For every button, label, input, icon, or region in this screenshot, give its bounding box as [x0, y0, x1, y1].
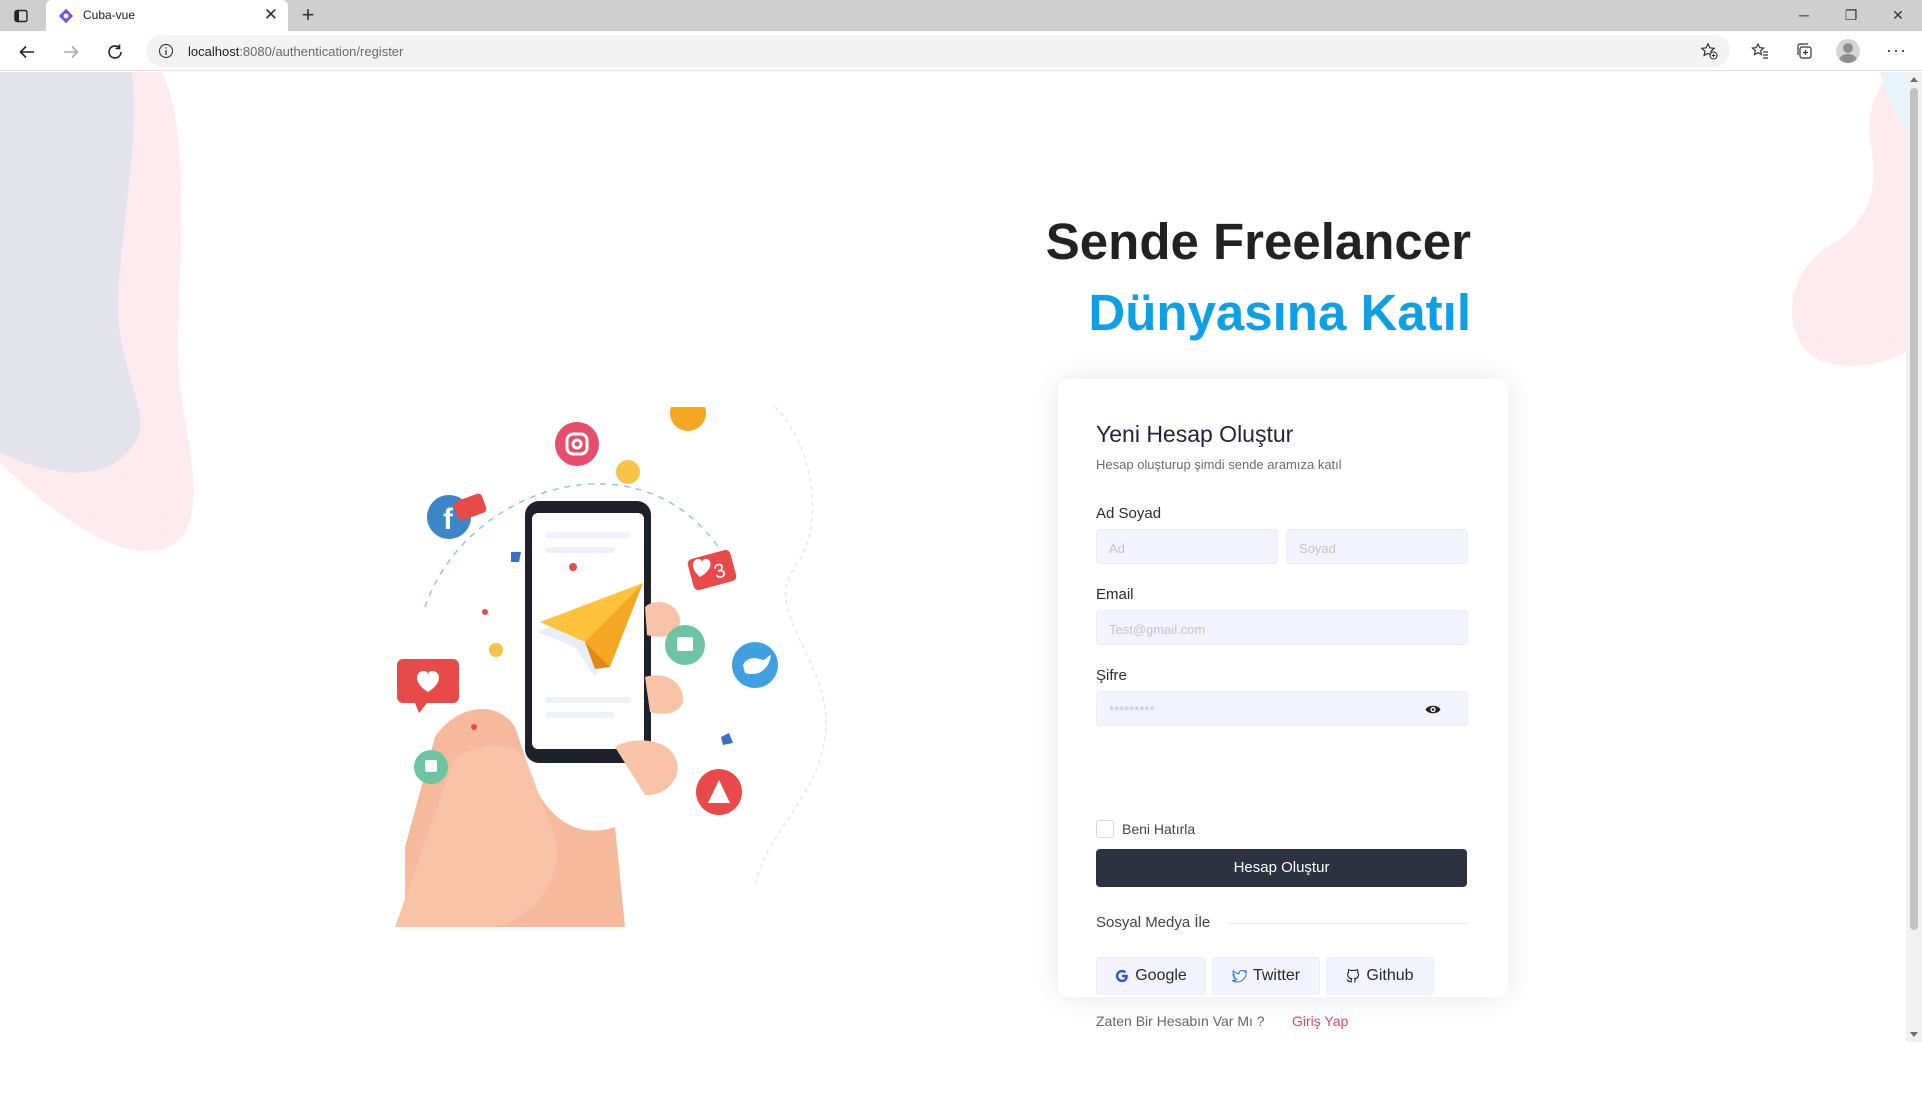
url-text[interactable]: localhost:8080/authentication/register [188, 44, 403, 59]
password-label: Şifre [1096, 667, 1127, 684]
github-icon [1346, 969, 1360, 983]
back-icon[interactable] [14, 39, 40, 65]
collections-icon[interactable] [1793, 40, 1815, 62]
hero-line-2: Dünyasına Katıl [1088, 284, 1471, 341]
hero-heading: Sende Freelancer Dünyasına Katıl [1046, 207, 1471, 349]
reload-icon[interactable] [102, 39, 128, 65]
tab-actions-icon[interactable] [12, 7, 30, 25]
social-divider [1228, 923, 1468, 924]
background-blob-decoration [0, 72, 1906, 552]
profile-icon[interactable] [1836, 39, 1860, 63]
password-input[interactable]: ********* [1096, 691, 1468, 726]
email-label: Email [1096, 586, 1134, 603]
google-button[interactable]: Google [1096, 957, 1206, 995]
browser-tab[interactable]: Cuba-vue ✕ [46, 0, 288, 31]
favorites-icon[interactable] [1749, 40, 1771, 62]
close-icon[interactable]: ✕ [264, 5, 278, 25]
eye-icon[interactable] [1425, 704, 1441, 715]
github-button[interactable]: Github [1326, 957, 1434, 995]
email-input[interactable]: Test@gmail.com [1096, 610, 1468, 645]
social-media-phone-illustration: f 3 [395, 407, 827, 927]
browser-tab-strip: Cuba-vue ✕ + ─ ❐ ✕ [0, 0, 1922, 31]
remember-label[interactable]: Beni Hatırla [1122, 821, 1195, 837]
restore-icon[interactable]: ❐ [1836, 4, 1866, 26]
twitter-label: Twitter [1252, 967, 1301, 984]
window-close-icon[interactable]: ✕ [1883, 4, 1913, 26]
page-scrollbar[interactable] [1906, 72, 1922, 1042]
svg-text:f: f [443, 503, 454, 536]
remember-checkbox[interactable] [1096, 820, 1114, 838]
last-name-input[interactable]: Soyad [1286, 529, 1468, 564]
twitter-icon [1231, 969, 1247, 983]
form-title: Yeni Hesap Oluştur [1096, 421, 1294, 447]
minimize-icon[interactable]: ─ [1789, 4, 1819, 26]
hero-line-1: Sende Freelancer [1045, 213, 1471, 270]
first-name-input[interactable]: Ad [1096, 529, 1278, 564]
scroll-up-arrow-icon[interactable] [1910, 77, 1918, 82]
github-label: Github [1366, 967, 1414, 984]
twitter-button[interactable]: Twitter [1212, 957, 1320, 995]
password-placeholder: ********* [1109, 703, 1155, 718]
info-icon[interactable] [158, 43, 174, 59]
scroll-thumb[interactable] [1910, 88, 1918, 930]
form-subtitle: Hesap oluşturup şimdi sende aramıza katı… [1096, 457, 1342, 472]
more-icon[interactable]: ··· [1886, 41, 1907, 59]
browser-toolbar: localhost:8080/authentication/register ·… [0, 31, 1922, 71]
name-label: Ad Soyad [1096, 505, 1162, 522]
google-label: Google [1135, 967, 1187, 984]
scroll-down-arrow-icon[interactable] [1910, 1032, 1918, 1037]
create-account-button[interactable]: Hesap Oluştur [1096, 849, 1467, 887]
register-card: Yeni Hesap Oluştur Hesap oluşturup şimdi… [1058, 379, 1508, 1029]
favorite-add-icon[interactable] [1700, 42, 1718, 60]
login-link[interactable]: Giriş Yap [1292, 1013, 1348, 1029]
address-bar[interactable]: localhost:8080/authentication/register [146, 35, 1730, 67]
plus-icon[interactable]: + [296, 2, 320, 27]
forward-icon[interactable] [58, 39, 84, 65]
google-icon [1115, 969, 1129, 983]
social-login-label: Sosyal Medya İle [1096, 914, 1211, 931]
page-viewport: Sende Freelancer Dünyasına Katıl f 3 Yen… [0, 72, 1906, 1102]
have-account-question: Zaten Bir Hesabın Var Mı ? [1096, 1013, 1265, 1029]
vue-app-favicon-icon [58, 8, 74, 24]
tab-title: Cuba-vue [83, 8, 136, 22]
